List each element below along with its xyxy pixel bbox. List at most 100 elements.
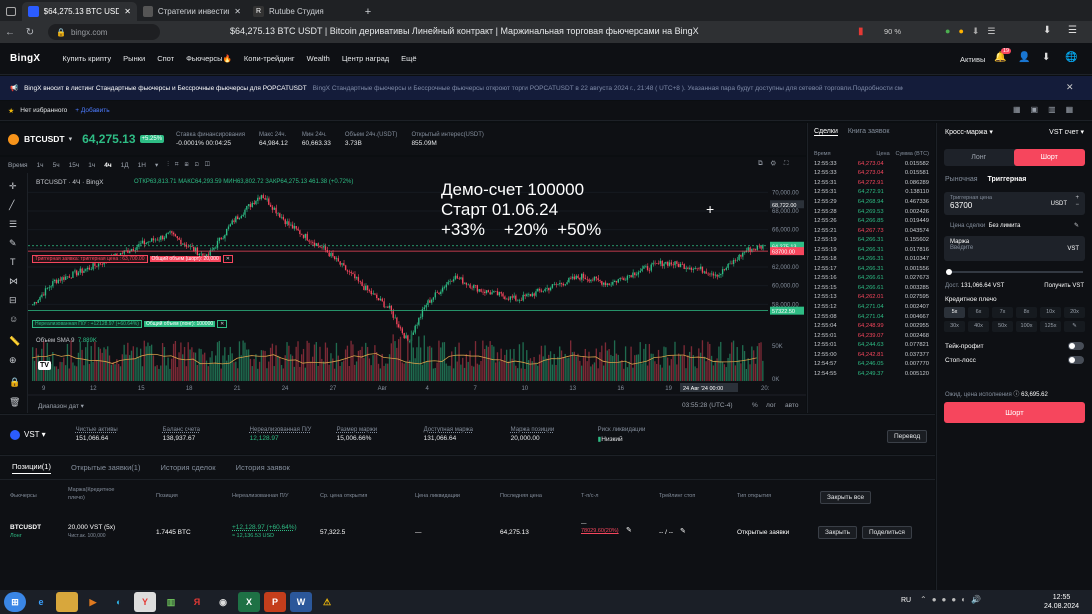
tab-market[interactable]: Рыночная xyxy=(945,176,978,183)
chevron-down-icon[interactable]: ▾ xyxy=(69,135,73,143)
measure-icon[interactable]: ⊟ xyxy=(9,295,17,306)
powerpoint-icon[interactable]: P xyxy=(264,592,286,612)
interval-1m[interactable]: 1ч xyxy=(37,162,44,169)
account-currency[interactable]: VST ▾ xyxy=(24,430,46,439)
brush-icon[interactable]: ✎ xyxy=(9,238,17,249)
leverage-option[interactable]: 40x xyxy=(968,321,989,332)
tab-rutube[interactable]: R Rutube Студия xyxy=(247,2,357,21)
trendline-icon[interactable]: ╱ xyxy=(9,200,14,211)
leverage-option[interactable]: 7x xyxy=(992,307,1013,318)
close-icon[interactable]: ✕ xyxy=(1066,82,1074,93)
layout-icons[interactable]: ▦▣▥▦ xyxy=(1013,105,1083,114)
nav-rewards[interactable]: Центр наград xyxy=(342,54,389,63)
leverage-option[interactable]: 8x xyxy=(1016,307,1037,318)
bookmark-icon[interactable]: ▮ xyxy=(858,26,864,37)
smile-icon[interactable]: ☺ xyxy=(9,314,18,324)
date-range-selector[interactable]: Диапазон дат ▾ xyxy=(38,402,84,410)
trigger-price-input[interactable]: Триггерная цена 63700 USDT + − xyxy=(944,192,1085,215)
trigger-order-line-label[interactable]: Триггерная заявка: триггерная цена : 63,… xyxy=(32,255,233,263)
interval-time[interactable]: Время xyxy=(8,162,28,169)
leverage-option[interactable]: 6x xyxy=(968,307,989,318)
language-indicator[interactable]: RU xyxy=(901,597,911,604)
candlestick-chart[interactable]: 70,000.0068,000.0066,000.0064,000.0062,0… xyxy=(28,173,806,413)
download-app-icon[interactable]: ⬇ xyxy=(1042,52,1050,63)
long-tab[interactable]: Лонг xyxy=(944,154,1014,161)
leverage-option[interactable]: 30x xyxy=(944,321,965,332)
leverage-option[interactable]: ✎ xyxy=(1064,321,1085,332)
interval-15m[interactable]: 15ч xyxy=(69,162,80,169)
start-icon[interactable]: ⊞ xyxy=(4,592,26,612)
announcement-banner[interactable]: 📢 BingX вносит в листинг Стандартные фью… xyxy=(0,76,1092,100)
nav-copy-trading[interactable]: Копи-трейдинг xyxy=(244,54,295,63)
star-icon[interactable]: ★ xyxy=(8,107,14,115)
zoom-level[interactable]: 90 % xyxy=(884,27,901,36)
back-icon[interactable]: ← xyxy=(0,27,20,38)
position-symbol[interactable]: BTCUSDT Лонг xyxy=(10,524,41,539)
leverage-option[interactable]: 5x xyxy=(944,307,965,318)
nav-wealth[interactable]: Wealth xyxy=(307,54,330,63)
margin-mode-selector[interactable]: Кросс-маржа ▾ xyxy=(945,128,993,136)
assets-link[interactable]: Активы xyxy=(960,55,985,64)
account-selector[interactable]: VST счет ▾ xyxy=(1049,128,1084,136)
interval-5m[interactable]: 5ч xyxy=(53,162,60,169)
edit-icon[interactable]: ✎ xyxy=(626,526,632,534)
fib-icon[interactable]: ☰ xyxy=(9,219,17,230)
nav-markets[interactable]: Рынки xyxy=(123,54,145,63)
close-all-button[interactable]: Закрыть все xyxy=(820,491,872,504)
reload-icon[interactable]: ↻ xyxy=(20,27,40,38)
short-submit-button[interactable]: Шорт xyxy=(944,402,1085,423)
menu-icon[interactable]: ☰ xyxy=(1068,25,1077,36)
interval-1h[interactable]: 1ч xyxy=(88,162,95,169)
edit-icon[interactable]: ✎ xyxy=(680,527,686,535)
url-field[interactable]: 🔒 bingx.com xyxy=(48,24,160,40)
tab-trigger[interactable]: Триггерная xyxy=(988,176,1027,183)
download-icon[interactable]: ⬇ xyxy=(1043,25,1051,36)
tray-icons[interactable]: ⌃●●●◐🔊 xyxy=(920,595,986,604)
tab-positions[interactable]: Позиции(1) xyxy=(12,462,51,474)
tab-open-orders[interactable]: Открытые заявки(1) xyxy=(71,463,141,472)
crosshair-icon[interactable]: ✛ xyxy=(9,181,17,192)
nav-spot[interactable]: Спот xyxy=(157,54,174,63)
ruler-icon[interactable]: 📏 xyxy=(9,336,20,347)
trade-price-field[interactable]: Цена сделки Без лимита ✎ xyxy=(944,219,1085,232)
tab-menu[interactable] xyxy=(0,2,22,21)
yandex-icon[interactable]: Я xyxy=(186,592,208,612)
notes-icon[interactable]: ▥ xyxy=(160,592,182,612)
leverage-option[interactable]: 20x xyxy=(1064,307,1085,318)
transfer-button[interactable]: Перевод xyxy=(887,430,928,443)
margin-input[interactable]: Маржа Введите VST xyxy=(944,236,1085,261)
close-icon[interactable]: ✕ xyxy=(124,7,131,16)
warning-icon[interactable]: ⚠ xyxy=(316,592,338,612)
excel-icon[interactable]: X xyxy=(238,592,260,612)
tab-order-history[interactable]: История заявок xyxy=(236,463,290,472)
leverage-option[interactable]: 10x xyxy=(1040,307,1061,318)
add-favorite-link[interactable]: + Добавить xyxy=(75,107,109,114)
obs-icon[interactable]: ◉ xyxy=(212,592,234,612)
margin-slider[interactable] xyxy=(946,269,1083,275)
interval-more[interactable]: ▾ xyxy=(155,161,158,169)
position-trailing[interactable]: -- / -- xyxy=(659,529,673,536)
pattern-icon[interactable]: ⋈ xyxy=(9,276,18,287)
leverage-option[interactable]: 100x xyxy=(1016,321,1037,332)
symbol-selector[interactable]: BTCUSDT xyxy=(24,134,65,144)
close-icon[interactable]: ✕ xyxy=(234,7,241,16)
tab-bingx[interactable]: $64,275.13 BTC USDT | Bitcoi ✕ xyxy=(22,2,137,21)
globe-icon[interactable]: 🌐 xyxy=(1065,52,1077,63)
leverage-option[interactable]: 50x xyxy=(992,321,1013,332)
zoom-icon[interactable]: ⊕ xyxy=(9,355,17,366)
tab-trade-history[interactable]: История сделок xyxy=(160,463,215,472)
stop-loss-toggle[interactable] xyxy=(1068,356,1084,364)
bingx-logo[interactable]: BingX xyxy=(10,53,40,64)
chart-settings-icons[interactable]: ⧉⚙⛶ xyxy=(758,160,796,168)
interval-1d[interactable]: 1Д xyxy=(121,162,129,169)
edge-icon[interactable]: ◐ xyxy=(108,592,130,612)
new-tab-button[interactable]: + xyxy=(357,2,379,21)
leverage-option[interactable]: 125x xyxy=(1040,321,1061,332)
stepper-icon[interactable]: + − xyxy=(1075,195,1079,209)
interval-4h[interactable]: 4ч xyxy=(104,162,111,169)
ie-icon[interactable]: e xyxy=(30,592,52,612)
position-line-label[interactable]: Нереализованная П/У : +12128.97 (+60.64%… xyxy=(32,320,228,328)
short-tab[interactable]: Шорт xyxy=(1013,149,1085,166)
interval-1w[interactable]: 1Н xyxy=(138,162,146,169)
taskbar-clock[interactable]: 12:55 24.08.2024 xyxy=(1044,593,1079,611)
